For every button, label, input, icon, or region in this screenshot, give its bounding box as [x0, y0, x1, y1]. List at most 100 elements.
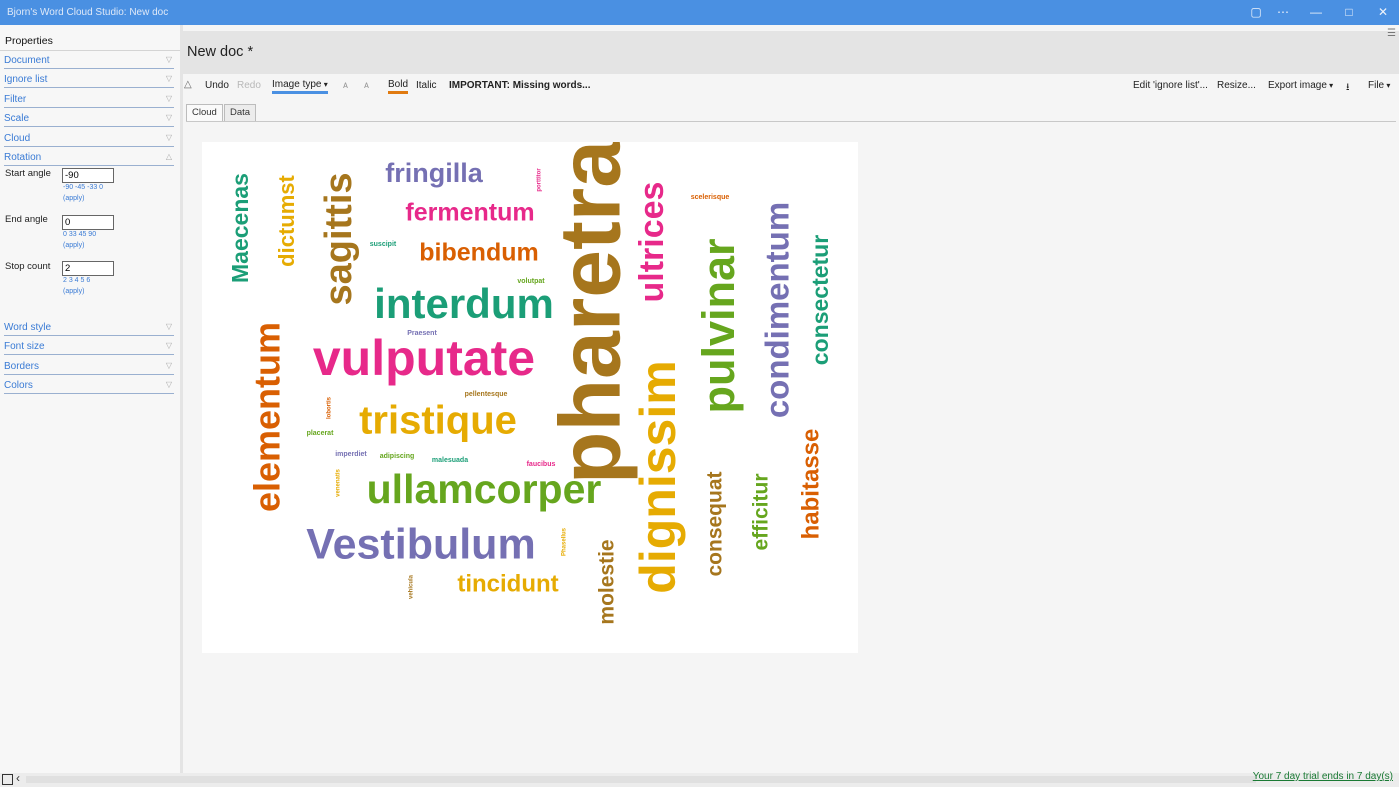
cloud-word-consectetur[interactable]: consectetur — [807, 235, 833, 365]
cloud-word-efficitur[interactable]: efficitur — [750, 473, 773, 550]
end-angle-apply[interactable]: (apply) — [63, 242, 84, 249]
more-icon[interactable]: ⋯ — [1272, 3, 1294, 21]
cloud-word-elementum[interactable]: elementum — [247, 322, 288, 512]
cloud-word-vulputate[interactable]: vulputate — [313, 330, 535, 386]
cloud-word-vestibulum[interactable]: Vestibulum — [306, 520, 535, 568]
section-cloud[interactable]: Cloud ▽ — [4, 133, 174, 147]
cloud-word-ultrices[interactable]: ultrices — [633, 182, 671, 303]
doc-icon[interactable]: ▢ — [1245, 3, 1267, 21]
minimize-icon[interactable]: — — [1305, 3, 1327, 21]
cloud-word-dignissim[interactable]: dignissim — [630, 360, 686, 593]
cloud-word-ullamcorper[interactable]: ullamcorper — [367, 466, 602, 512]
tab-data[interactable]: Data — [224, 104, 257, 121]
chevron-up-icon: △ — [165, 152, 172, 161]
chevron-left-icon[interactable]: ‹ — [16, 771, 20, 785]
horizontal-scrollbar[interactable] — [26, 776, 1256, 783]
chevron-down-icon: ▽ — [165, 113, 172, 122]
cloud-word-adipiscing[interactable]: adipiscing — [380, 453, 415, 460]
cloud-word-scelerisque[interactable]: scelerisque — [691, 194, 730, 201]
chevron-down-icon: ▾ — [1326, 81, 1334, 90]
cloud-word-imperdiet[interactable]: imperdiet — [335, 451, 367, 458]
stop-count-input[interactable] — [62, 261, 114, 276]
cloud-word-maecenas[interactable]: Maecenas — [227, 173, 253, 283]
cloud-word-vehicula[interactable]: vehicula — [409, 574, 415, 599]
maximize-icon[interactable]: □ — [1338, 3, 1360, 21]
start-angle-input[interactable] — [62, 168, 114, 183]
stop-count-apply[interactable]: (apply) — [63, 288, 84, 295]
image-type-dropdown[interactable]: Image type ▾ — [272, 78, 328, 94]
section-rotation[interactable]: Rotation △ — [4, 152, 174, 166]
chevron-down-icon: ▾ — [321, 80, 328, 89]
trial-notice-link[interactable]: Your 7 day trial ends in 7 day(s) — [1253, 771, 1393, 782]
cloud-word-lobortis[interactable]: lobortis — [327, 396, 333, 419]
cloud-word-tristique[interactable]: tristique — [359, 399, 517, 443]
download-icon[interactable]: ⭳ — [1346, 80, 1350, 97]
cloud-word-suscipit[interactable]: suscipit — [370, 241, 397, 248]
cloud-word-consequat[interactable]: consequat — [704, 471, 727, 576]
section-label: Borders — [4, 361, 40, 372]
section-colors[interactable]: Colors ▽ — [4, 380, 174, 394]
close-icon[interactable]: ✕ — [1372, 3, 1394, 21]
cloud-word-dictumst[interactable]: dictumst — [274, 174, 299, 266]
edit-ignore-list-button[interactable]: Edit 'ignore list'... — [1133, 80, 1208, 91]
font-decrease-icon[interactable]: ᴀ — [364, 80, 369, 91]
chevron-down-icon: ▽ — [165, 341, 172, 350]
section-scale[interactable]: Scale ▽ — [4, 113, 174, 127]
section-ignore-list[interactable]: Ignore list ▽ — [4, 74, 174, 88]
tab-cloud[interactable]: Cloud — [186, 104, 223, 121]
cloud-word-tincidunt[interactable]: tincidunt — [457, 570, 558, 597]
stop-count-presets[interactable]: 2 3 4 5 6 — [63, 277, 90, 284]
start-angle-apply[interactable]: (apply) — [63, 195, 84, 202]
cloud-word-bibendum[interactable]: bibendum — [419, 239, 538, 267]
divider — [0, 50, 180, 51]
section-borders[interactable]: Borders ▽ — [4, 361, 174, 375]
cloud-word-fermentum[interactable]: fermentum — [405, 199, 534, 227]
start-angle-presets[interactable]: -90 -45 -33 0 — [63, 184, 103, 191]
document-title: New doc * — [187, 44, 254, 60]
font-increase-icon[interactable]: ᴀ — [343, 80, 348, 91]
cloud-word-condimentum[interactable]: condimentum — [759, 202, 796, 418]
file-menu[interactable]: File ▾ — [1368, 80, 1390, 91]
section-filter[interactable]: Filter ▽ — [4, 94, 174, 108]
stop-count-label: Stop count — [5, 261, 51, 272]
panel-options-icon[interactable]: ☰ — [1387, 28, 1396, 39]
cloud-word-praesent[interactable]: Praesent — [407, 330, 437, 337]
cloud-word-fringilla[interactable]: fringilla — [385, 158, 483, 188]
cloud-word-pulvinar[interactable]: pulvinar — [693, 238, 744, 413]
cloud-word-venenatis[interactable]: venenatis — [336, 469, 342, 497]
chevron-down-icon: ▽ — [165, 74, 172, 83]
export-image-dropdown[interactable]: Export image ▾ — [1268, 80, 1333, 91]
cloud-word-faucibus[interactable]: faucibus — [527, 461, 556, 468]
title-bar: Bjorn's Word Cloud Studio: New doc ▢ ⋯ —… — [0, 0, 1399, 25]
cloud-word-placerat[interactable]: placerat — [307, 430, 335, 437]
resize-button[interactable]: Resize... — [1217, 80, 1256, 91]
end-angle-input[interactable] — [62, 215, 114, 230]
tab-divider — [186, 121, 1396, 122]
section-label: Font size — [4, 341, 45, 352]
panel-toggle-icon[interactable] — [2, 774, 13, 785]
collapse-icon[interactable]: △ — [184, 79, 192, 90]
cloud-word-pharetra[interactable]: pharetra — [543, 142, 639, 484]
cloud-word-habitasse[interactable]: habitasse — [797, 429, 824, 540]
cloud-word-interdum[interactable]: interdum — [374, 280, 554, 327]
status-bar: ‹ Your 7 day trial ends in 7 day(s) — [0, 771, 1399, 787]
cloud-word-phasellus[interactable]: Phasellus — [562, 527, 568, 556]
cloud-word-pellentesque[interactable]: pellentesque — [465, 391, 508, 398]
cloud-word-sagittis[interactable]: sagittis — [318, 172, 360, 305]
missing-words-button[interactable]: IMPORTANT: Missing words... — [449, 80, 590, 91]
section-document[interactable]: Document ▽ — [4, 55, 174, 69]
end-angle-presets[interactable]: 0 33 45 90 — [63, 231, 96, 238]
section-word-style[interactable]: Word style ▽ — [4, 322, 174, 336]
section-font-size[interactable]: Font size ▽ — [4, 341, 174, 355]
cloud-word-volutpat[interactable]: volutpat — [517, 278, 545, 285]
italic-toggle[interactable]: Italic — [416, 80, 437, 91]
end-angle-label: End angle — [5, 214, 48, 225]
undo-button[interactable]: Undo — [205, 80, 229, 91]
redo-button[interactable]: Redo — [237, 80, 261, 91]
chevron-down-icon: ▽ — [165, 55, 172, 64]
cloud-word-malesuada[interactable]: malesuada — [432, 457, 468, 464]
bold-toggle[interactable]: Bold — [388, 78, 409, 94]
section-label: Document — [4, 55, 50, 66]
cloud-word-porttitor[interactable]: porttitor — [537, 168, 543, 192]
cloud-word-molestie[interactable]: molestie — [596, 539, 619, 624]
